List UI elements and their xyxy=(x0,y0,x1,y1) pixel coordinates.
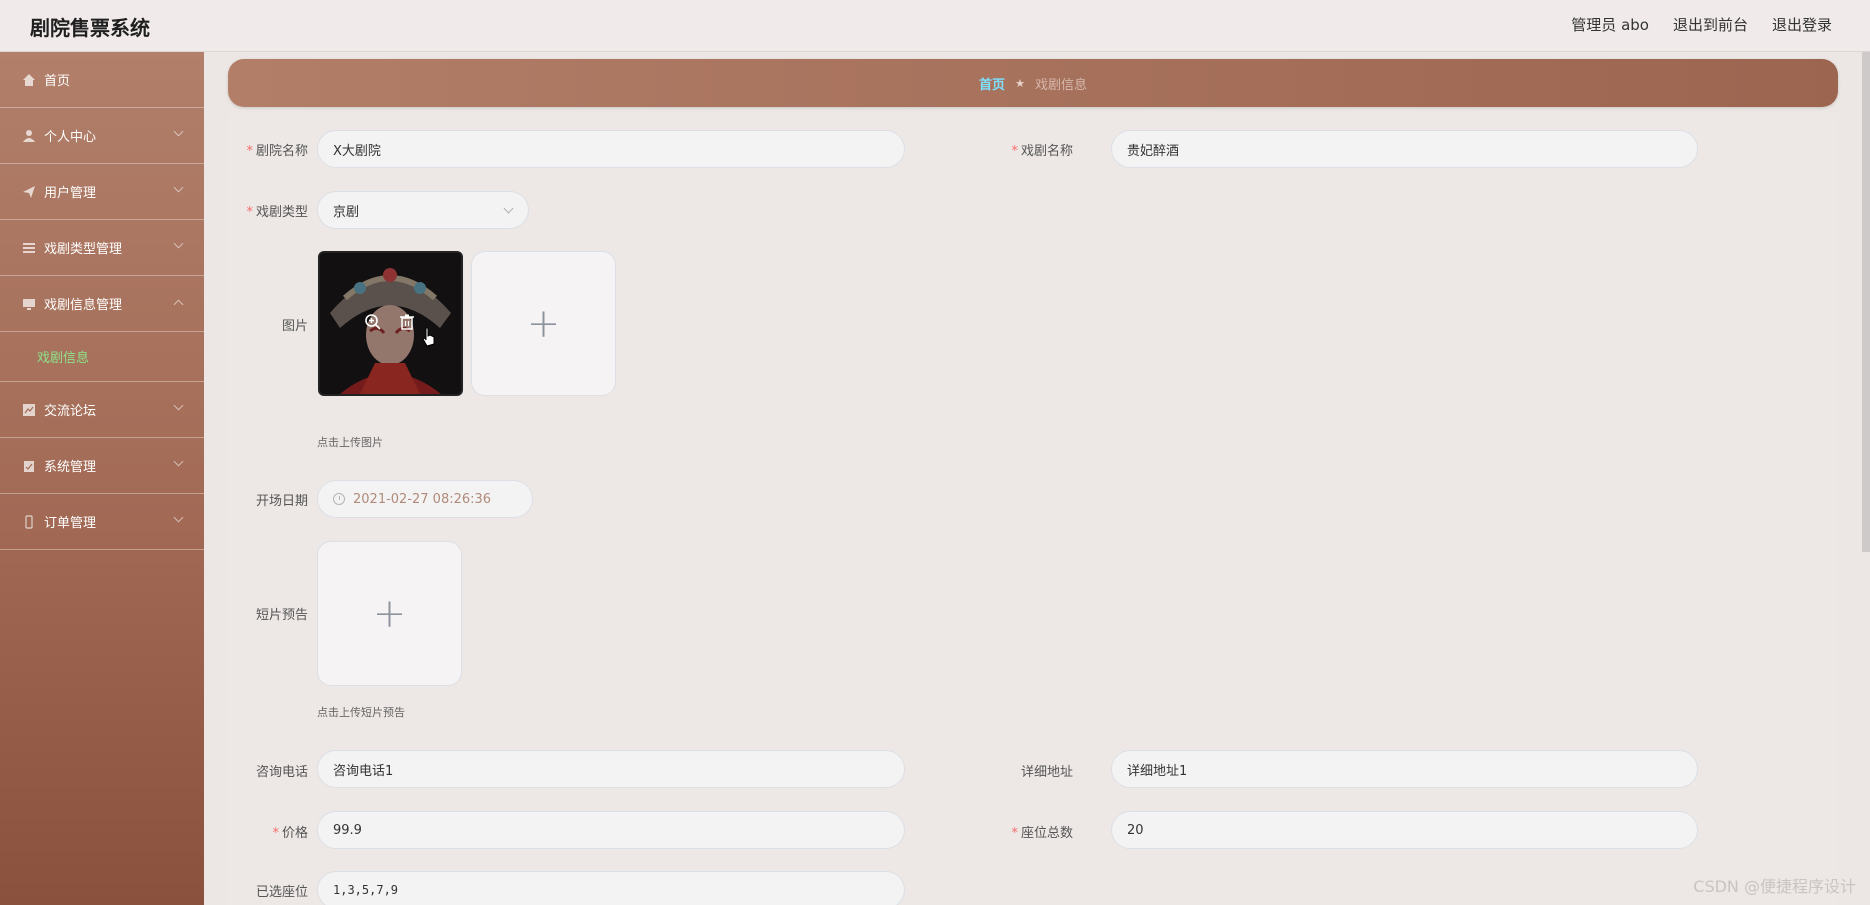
chevron-down-icon xyxy=(503,203,514,214)
sidebar-item-system[interactable]: 系统管理 xyxy=(0,438,204,494)
sidebar: 首页 个人中心 用户管理 戏剧类型管理 戏剧信息管理 戏剧信息 交流论坛 系统管… xyxy=(0,52,204,905)
seats-label: * 座位总数 xyxy=(1011,826,1073,841)
header-links: 管理员 abo 退出到前台 退出登录 xyxy=(1571,14,1832,35)
mobile-icon xyxy=(22,514,36,529)
address-label: 详细地址 xyxy=(1020,765,1073,780)
to-frontend-link[interactable]: 退出到前台 xyxy=(1673,14,1748,35)
address-input[interactable]: 详细地址1 xyxy=(1111,750,1698,788)
chevron-down-icon xyxy=(173,400,184,411)
send-icon xyxy=(22,185,36,199)
sidebar-item-label: 个人中心 xyxy=(44,130,97,145)
sidebar-subitem-drama-info[interactable]: 戏剧信息 xyxy=(0,332,204,382)
plus-icon: + xyxy=(372,590,407,637)
sidebar-item-drama-info[interactable]: 戏剧信息管理 xyxy=(0,276,204,332)
hand-cursor-icon xyxy=(422,327,436,351)
sidebar-item-label: 订单管理 xyxy=(44,516,97,531)
menu-icon xyxy=(22,241,36,255)
phone-input[interactable]: 咨询电话1 xyxy=(317,750,905,788)
breadcrumb-separator-icon: ★ xyxy=(1015,76,1025,90)
logout-link[interactable]: 退出登录 xyxy=(1772,14,1832,35)
sidebar-item-label: 用户管理 xyxy=(44,186,97,201)
sidebar-item-users[interactable]: 用户管理 xyxy=(0,164,204,220)
drama-name-label: * 戏剧名称 xyxy=(1011,144,1073,159)
sidebar-item-forum[interactable]: 交流论坛 xyxy=(0,382,204,438)
theater-name-label: * 剧院名称 xyxy=(246,144,308,159)
drama-name-input[interactable]: 贵妃醉酒 xyxy=(1111,130,1698,168)
video-upload-button[interactable]: + xyxy=(317,541,462,686)
selected-seats-label: 已选座位 xyxy=(255,885,308,900)
clock-icon xyxy=(333,493,345,505)
selected-seats-input[interactable]: 1,3,5,7,9 xyxy=(317,871,905,905)
sidebar-item-orders[interactable]: 订单管理 xyxy=(0,494,204,550)
video-upload-hint: 点击上传短片预告 xyxy=(317,706,405,719)
chevron-down-icon xyxy=(173,512,184,523)
drama-type-select[interactable]: 京剧 xyxy=(317,191,529,229)
app-title: 剧院售票系统 xyxy=(30,16,150,40)
video-label: 短片预告 xyxy=(255,608,308,623)
phone-label: 咨询电话 xyxy=(255,765,308,780)
drama-type-value: 京剧 xyxy=(333,204,360,220)
date-picker-input[interactable]: 2021-02-27 08:26:36 xyxy=(317,480,533,518)
chevron-down-icon xyxy=(173,456,184,467)
delete-icon[interactable] xyxy=(398,313,416,335)
top-header: 剧院售票系统 管理员 abo 退出到前台 退出登录 xyxy=(0,0,1870,52)
admin-label: 管理员 abo xyxy=(1571,16,1649,34)
plus-icon: + xyxy=(526,300,561,347)
user-icon xyxy=(22,129,36,143)
image-label: 图片 xyxy=(281,319,308,334)
date-value: 2021-02-27 08:26:36 xyxy=(353,491,492,507)
price-input[interactable]: 99.9 xyxy=(317,811,905,849)
sidebar-item-drama-types[interactable]: 戏剧类型管理 xyxy=(0,220,204,276)
image-upload-hint: 点击上传图片 xyxy=(317,436,383,449)
zoom-in-icon[interactable] xyxy=(364,313,382,335)
sidebar-item-label: 戏剧信息管理 xyxy=(44,298,123,313)
chart-icon xyxy=(22,403,36,417)
chevron-down-icon xyxy=(173,126,184,137)
home-icon xyxy=(22,73,36,87)
chevron-up-icon xyxy=(173,299,184,310)
sidebar-item-label: 交流论坛 xyxy=(44,404,97,419)
image-upload-button[interactable]: + xyxy=(471,251,616,396)
monitor-icon xyxy=(22,297,36,311)
uploaded-image-thumbnail[interactable] xyxy=(318,251,463,396)
date-label: 开场日期 xyxy=(255,494,308,509)
sidebar-item-label: 戏剧类型管理 xyxy=(44,242,123,257)
sidebar-item-home[interactable]: 首页 xyxy=(0,52,204,108)
breadcrumb: 首页 ★ 戏剧信息 xyxy=(228,59,1838,107)
drama-type-label: * 戏剧类型 xyxy=(246,205,308,220)
breadcrumb-current: 戏剧信息 xyxy=(1034,77,1087,93)
page-scrollbar[interactable] xyxy=(1862,52,1870,552)
clipboard-icon xyxy=(22,459,36,473)
theater-name-input[interactable]: X大剧院 xyxy=(317,130,905,168)
sidebar-item-personal[interactable]: 个人中心 xyxy=(0,108,204,164)
breadcrumb-home[interactable]: 首页 xyxy=(979,74,1005,93)
sidebar-item-label: 首页 xyxy=(44,74,71,89)
chevron-down-icon xyxy=(173,182,184,193)
price-label: * 价格 xyxy=(272,826,308,841)
opera-portrait-image xyxy=(320,253,461,394)
chevron-down-icon xyxy=(173,238,184,249)
form-panel: * 剧院名称 X大剧院 * 戏剧名称 贵妃醉酒 * 戏剧类型 京剧 图片 + 点… xyxy=(228,113,1838,905)
seats-input[interactable]: 20 xyxy=(1111,811,1698,849)
watermark: CSDN @便捷程序设计 xyxy=(1693,877,1856,896)
sidebar-item-label: 系统管理 xyxy=(44,460,97,475)
